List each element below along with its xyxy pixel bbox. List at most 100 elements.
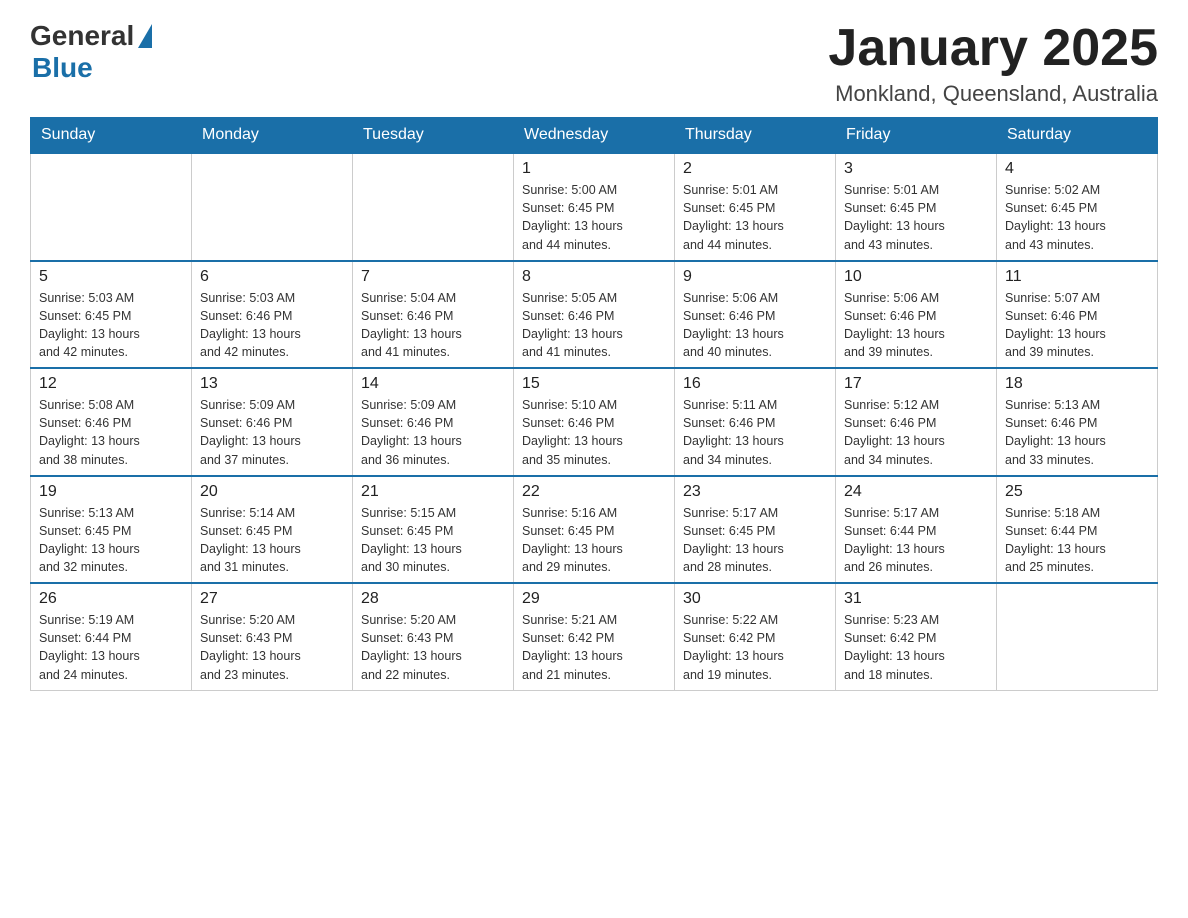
calendar-cell: 20Sunrise: 5:14 AM Sunset: 6:45 PM Dayli…: [192, 476, 353, 584]
calendar-week-row: 26 Sunrise: 5:19 AM Sunset: 6:44 PM Dayli…: [31, 583, 1158, 690]
page-header: General Blue January 2025 Monkland, Quee…: [30, 20, 1158, 107]
day-number: 30: [683, 590, 827, 608]
day-number: 13: [200, 375, 344, 393]
day-info: Sunrise: 5:17 AM Sunset: 6:45 PM Dayligh…: [683, 504, 827, 577]
calendar-cell: 14 Sunrise: 5:09 AM Sunset: 6:46 PM Dayli…: [353, 368, 514, 476]
logo-triangle-icon: [138, 24, 152, 48]
day-info: Sunrise: 5:01 AM Sunset: 6:45 PM Dayligh…: [683, 181, 827, 254]
day-number: 27: [200, 590, 344, 608]
calendar-cell: 8 Sunrise: 5:05 AM Sunset: 6:46 PM Daylig…: [514, 261, 675, 369]
day-info: Sunrise: 5:08 AM Sunset: 6:46 PM Dayligh…: [39, 396, 183, 469]
day-number: 2: [683, 160, 827, 178]
day-number: 9: [683, 268, 827, 286]
day-number: 17: [844, 375, 988, 393]
day-info: Sunrise: 5:02 AM Sunset: 6:45 PM Dayligh…: [1005, 181, 1149, 254]
calendar-cell: 18 Sunrise: 5:13 AM Sunset: 6:46 PM Dayli…: [997, 368, 1158, 476]
calendar-cell: [192, 153, 353, 261]
day-info: Sunrise: 5:07 AM Sunset: 6:46 PM Dayligh…: [1005, 289, 1149, 362]
day-number: 28: [361, 590, 505, 608]
calendar-cell: 27 Sunrise: 5:20 AM Sunset: 6:43 PM Dayli…: [192, 583, 353, 690]
calendar-header-row: SundayMondayTuesdayWednesdayThursdayFrid…: [31, 118, 1158, 154]
calendar-cell: 26 Sunrise: 5:19 AM Sunset: 6:44 PM Dayli…: [31, 583, 192, 690]
day-number: 24: [844, 483, 988, 501]
day-info: Sunrise: 5:09 AM Sunset: 6:46 PM Dayligh…: [361, 396, 505, 469]
day-number: 26: [39, 590, 183, 608]
calendar-cell: 24 Sunrise: 5:17 AM Sunset: 6:44 PM Dayli…: [836, 476, 997, 584]
calendar-cell: 25Sunrise: 5:18 AM Sunset: 6:44 PM Dayli…: [997, 476, 1158, 584]
day-info: Sunrise: 5:13 AM Sunset: 6:46 PM Dayligh…: [1005, 396, 1149, 469]
day-info: Sunrise: 5:20 AM Sunset: 6:43 PM Dayligh…: [200, 611, 344, 684]
day-info: Sunrise: 5:12 AM Sunset: 6:46 PM Dayligh…: [844, 396, 988, 469]
day-info: Sunrise: 5:06 AM Sunset: 6:46 PM Dayligh…: [844, 289, 988, 362]
day-number: 23: [683, 483, 827, 501]
calendar-cell: [31, 153, 192, 261]
calendar-cell: 13 Sunrise: 5:09 AM Sunset: 6:46 PM Dayli…: [192, 368, 353, 476]
logo: General Blue: [30, 20, 152, 84]
day-info: Sunrise: 5:19 AM Sunset: 6:44 PM Dayligh…: [39, 611, 183, 684]
calendar-cell: [353, 153, 514, 261]
weekday-header-tuesday: Tuesday: [353, 118, 514, 154]
day-number: 15: [522, 375, 666, 393]
day-info: Sunrise: 5:03 AM Sunset: 6:46 PM Dayligh…: [200, 289, 344, 362]
day-info: Sunrise: 5:22 AM Sunset: 6:42 PM Dayligh…: [683, 611, 827, 684]
calendar-cell: 17 Sunrise: 5:12 AM Sunset: 6:46 PM Dayli…: [836, 368, 997, 476]
calendar-cell: 30 Sunrise: 5:22 AM Sunset: 6:42 PM Dayli…: [675, 583, 836, 690]
weekday-header-wednesday: Wednesday: [514, 118, 675, 154]
day-number: 8: [522, 268, 666, 286]
day-number: 5: [39, 268, 183, 286]
calendar-table: SundayMondayTuesdayWednesdayThursdayFrid…: [30, 117, 1158, 691]
calendar-cell: 9 Sunrise: 5:06 AM Sunset: 6:46 PM Daylig…: [675, 261, 836, 369]
location-title: Monkland, Queensland, Australia: [828, 81, 1158, 107]
day-info: Sunrise: 5:10 AM Sunset: 6:46 PM Dayligh…: [522, 396, 666, 469]
calendar-week-row: 1 Sunrise: 5:00 AM Sunset: 6:45 PM Daylig…: [31, 153, 1158, 261]
day-info: Sunrise: 5:03 AM Sunset: 6:45 PM Dayligh…: [39, 289, 183, 362]
day-number: 18: [1005, 375, 1149, 393]
day-info: Sunrise: 5:16 AM Sunset: 6:45 PM Dayligh…: [522, 504, 666, 577]
weekday-header-saturday: Saturday: [997, 118, 1158, 154]
day-info: Sunrise: 5:04 AM Sunset: 6:46 PM Dayligh…: [361, 289, 505, 362]
weekday-header-monday: Monday: [192, 118, 353, 154]
calendar-cell: 4Sunrise: 5:02 AM Sunset: 6:45 PM Daylig…: [997, 153, 1158, 261]
logo-blue-text: Blue: [32, 52, 152, 84]
day-number: 6: [200, 268, 344, 286]
month-title: January 2025: [828, 20, 1158, 77]
day-info: Sunrise: 5:09 AM Sunset: 6:46 PM Dayligh…: [200, 396, 344, 469]
day-number: 19: [39, 483, 183, 501]
day-info: Sunrise: 5:11 AM Sunset: 6:46 PM Dayligh…: [683, 396, 827, 469]
day-number: 7: [361, 268, 505, 286]
day-number: 14: [361, 375, 505, 393]
calendar-cell: 22Sunrise: 5:16 AM Sunset: 6:45 PM Dayli…: [514, 476, 675, 584]
calendar-cell: 6 Sunrise: 5:03 AM Sunset: 6:46 PM Daylig…: [192, 261, 353, 369]
day-info: Sunrise: 5:13 AM Sunset: 6:45 PM Dayligh…: [39, 504, 183, 577]
day-number: 16: [683, 375, 827, 393]
day-number: 21: [361, 483, 505, 501]
calendar-week-row: 5 Sunrise: 5:03 AM Sunset: 6:45 PM Daylig…: [31, 261, 1158, 369]
calendar-cell: 2 Sunrise: 5:01 AM Sunset: 6:45 PM Daylig…: [675, 153, 836, 261]
day-info: Sunrise: 5:17 AM Sunset: 6:44 PM Dayligh…: [844, 504, 988, 577]
calendar-cell: 23 Sunrise: 5:17 AM Sunset: 6:45 PM Dayli…: [675, 476, 836, 584]
calendar-cell: 15 Sunrise: 5:10 AM Sunset: 6:46 PM Dayli…: [514, 368, 675, 476]
calendar-week-row: 12Sunrise: 5:08 AM Sunset: 6:46 PM Dayli…: [31, 368, 1158, 476]
weekday-header-thursday: Thursday: [675, 118, 836, 154]
day-info: Sunrise: 5:06 AM Sunset: 6:46 PM Dayligh…: [683, 289, 827, 362]
calendar-cell: 3 Sunrise: 5:01 AM Sunset: 6:45 PM Daylig…: [836, 153, 997, 261]
title-block: January 2025 Monkland, Queensland, Austr…: [828, 20, 1158, 107]
calendar-cell: 5 Sunrise: 5:03 AM Sunset: 6:45 PM Daylig…: [31, 261, 192, 369]
day-info: Sunrise: 5:23 AM Sunset: 6:42 PM Dayligh…: [844, 611, 988, 684]
day-number: 10: [844, 268, 988, 286]
day-number: 11: [1005, 268, 1149, 286]
weekday-header-sunday: Sunday: [31, 118, 192, 154]
day-info: Sunrise: 5:00 AM Sunset: 6:45 PM Dayligh…: [522, 181, 666, 254]
day-info: Sunrise: 5:01 AM Sunset: 6:45 PM Dayligh…: [844, 181, 988, 254]
day-info: Sunrise: 5:20 AM Sunset: 6:43 PM Dayligh…: [361, 611, 505, 684]
day-number: 3: [844, 160, 988, 178]
calendar-cell: 12Sunrise: 5:08 AM Sunset: 6:46 PM Dayli…: [31, 368, 192, 476]
calendar-week-row: 19 Sunrise: 5:13 AM Sunset: 6:45 PM Dayli…: [31, 476, 1158, 584]
calendar-cell: 10 Sunrise: 5:06 AM Sunset: 6:46 PM Dayli…: [836, 261, 997, 369]
day-info: Sunrise: 5:21 AM Sunset: 6:42 PM Dayligh…: [522, 611, 666, 684]
calendar-cell: 19 Sunrise: 5:13 AM Sunset: 6:45 PM Dayli…: [31, 476, 192, 584]
weekday-header-friday: Friday: [836, 118, 997, 154]
day-number: 31: [844, 590, 988, 608]
day-info: Sunrise: 5:05 AM Sunset: 6:46 PM Dayligh…: [522, 289, 666, 362]
day-number: 1: [522, 160, 666, 178]
